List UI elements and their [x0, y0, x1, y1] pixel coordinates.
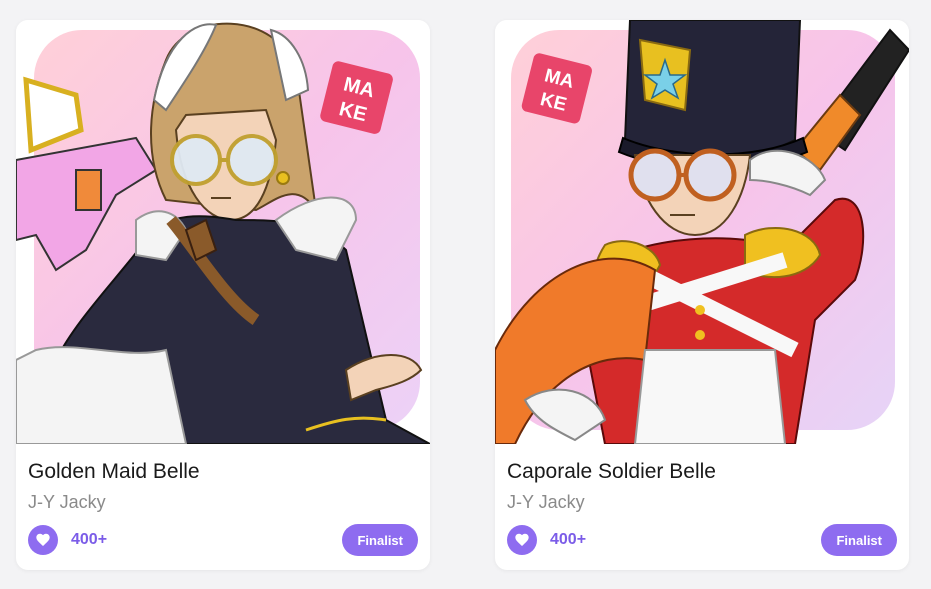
artwork-image[interactable]: MA KE: [495, 20, 909, 444]
artwork-title[interactable]: Golden Maid Belle: [28, 460, 200, 484]
like-count: 400+: [71, 531, 108, 548]
heart-icon[interactable]: [28, 525, 58, 555]
heart-icon[interactable]: [507, 525, 537, 555]
artwork-card[interactable]: MA KE: [16, 20, 430, 570]
like-button[interactable]: 400+: [507, 525, 586, 555]
artwork-card[interactable]: MA KE: [495, 20, 909, 570]
finalist-badge[interactable]: Finalist: [342, 524, 418, 556]
finalist-badge[interactable]: Finalist: [821, 524, 897, 556]
like-count: 400+: [550, 531, 587, 548]
artwork-image[interactable]: MA KE: [16, 20, 430, 444]
like-button[interactable]: 400+: [28, 525, 107, 555]
artwork-author[interactable]: J-Y Jacky: [507, 492, 585, 513]
artwork-title[interactable]: Caporale Soldier Belle: [507, 460, 716, 484]
artwork-author[interactable]: J-Y Jacky: [28, 492, 106, 513]
